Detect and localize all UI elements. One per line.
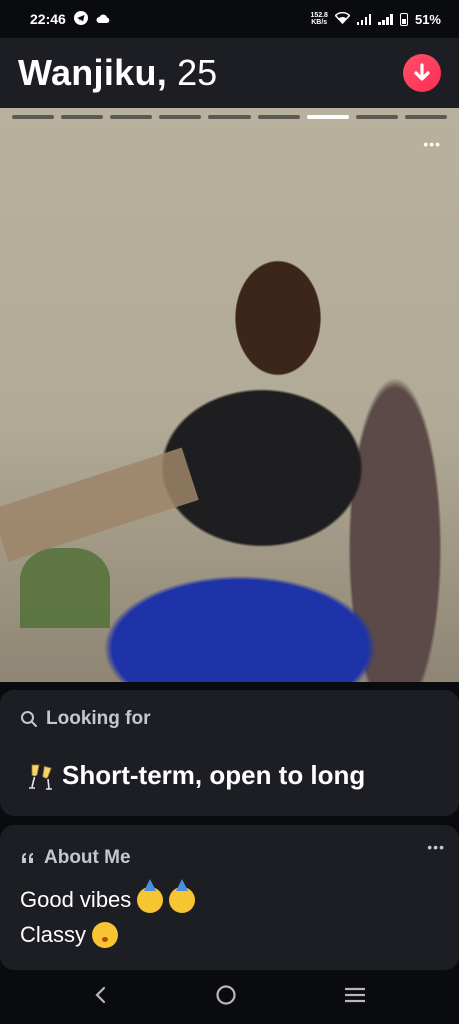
- about-me-card: About Me ••• Good vibes Classy: [0, 825, 459, 970]
- photo-progress-indicator: [12, 115, 447, 119]
- looking-for-value-row: Short-term, open to long: [26, 760, 365, 791]
- status-left: 22:46: [30, 10, 110, 28]
- photo-progress-segment[interactable]: [159, 115, 202, 119]
- cloud-icon: [96, 11, 110, 27]
- party-face-icon: [169, 879, 196, 913]
- network-speed-value: 152.8: [310, 12, 328, 19]
- search-icon: [21, 711, 37, 727]
- photo-progress-segment[interactable]: [355, 115, 398, 119]
- battery-percent: 51%: [414, 11, 441, 27]
- signal-icon-2: [378, 13, 393, 25]
- photo-progress-segment[interactable]: [257, 115, 300, 119]
- status-time: 22:46: [30, 11, 66, 27]
- profile-header: Wanjiku, 25: [0, 38, 459, 108]
- photo-progress-segment[interactable]: [404, 115, 447, 119]
- system-nav-bar: [0, 970, 459, 1024]
- status-bar: 22:46 152.8 KB/s 51%: [0, 0, 459, 38]
- photo-progress-segment[interactable]: [208, 115, 251, 119]
- battery-icon: [399, 12, 408, 26]
- photo-progress-segment[interactable]: [110, 115, 153, 119]
- signal-icon: [356, 13, 372, 25]
- about-me-heading: About Me: [44, 847, 131, 868]
- photo-progress-segment[interactable]: [306, 115, 349, 119]
- bio-line-2: Classy: [20, 922, 119, 948]
- profile-age: 25: [177, 52, 218, 93]
- quote-icon: [22, 853, 33, 863]
- more-options-icon[interactable]: •••: [423, 136, 441, 152]
- bio-line-1: Good vibes: [20, 879, 196, 913]
- champagne-icon: [29, 764, 52, 790]
- party-face-icon: [137, 879, 164, 913]
- profile-name: Wanjiku,: [18, 52, 168, 93]
- looking-for-heading: Looking for: [46, 708, 151, 729]
- bio-text-2: Classy: [20, 922, 87, 947]
- photo-detail-plant: [20, 548, 110, 628]
- photo-detail: [0, 447, 199, 562]
- network-speed-unit: KB/s: [311, 19, 328, 26]
- about-me-heading-row: About Me: [20, 847, 131, 869]
- kissing-face-icon: [92, 922, 119, 948]
- collapse-profile-button[interactable]: [403, 54, 441, 92]
- bio-text-1: Good vibes: [20, 887, 132, 912]
- arrow-down-icon: [414, 63, 430, 81]
- back-icon[interactable]: [93, 986, 109, 1009]
- photo-progress-segment[interactable]: [12, 115, 55, 119]
- status-right: 152.8 KB/s 51%: [310, 11, 441, 27]
- recents-icon[interactable]: [344, 987, 366, 1008]
- profile-photo[interactable]: •••: [0, 108, 459, 682]
- photo-progress-segment[interactable]: [61, 115, 104, 119]
- looking-for-card: Looking for Short-term, open to long: [0, 690, 459, 816]
- looking-for-value: Short-term, open to long: [62, 760, 366, 790]
- home-icon[interactable]: [215, 984, 237, 1011]
- network-speed: 152.8 KB/s: [310, 12, 328, 26]
- wifi-icon: [334, 11, 351, 27]
- telegram-icon: [73, 10, 88, 28]
- about-me-more-icon[interactable]: •••: [427, 839, 445, 855]
- looking-for-heading-row: Looking for: [20, 708, 150, 730]
